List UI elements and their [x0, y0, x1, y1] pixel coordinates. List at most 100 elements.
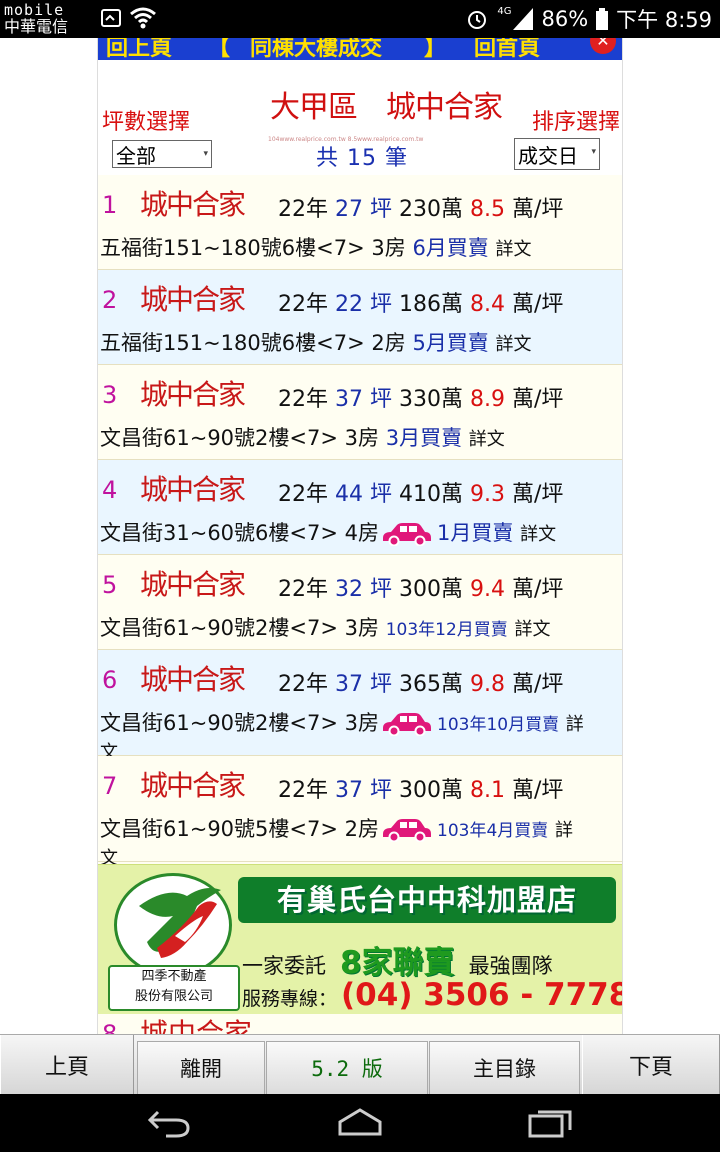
next-page-button[interactable]: 下頁 [582, 1035, 720, 1095]
home-link[interactable]: 回首頁 [474, 38, 540, 62]
row-building-name: 城中合家 [140, 1017, 253, 1034]
row-area: 37 [335, 387, 363, 412]
row-building-name: 城中合家 [140, 283, 246, 316]
ad-headline: 有巢氏台中中科加盟店 [238, 877, 616, 923]
row-index: 8 [102, 1020, 118, 1034]
row-age: 22年 [278, 292, 328, 317]
list-item[interactable]: 5 城中合家 22年 32 坪 300萬 9.4 萬/坪文昌街61~90號2樓<7>… [98, 555, 622, 650]
main-menu-button[interactable]: 主目錄 [429, 1041, 580, 1095]
row-address: 五福街151~180號6樓<7> [100, 236, 365, 260]
back-icon[interactable] [146, 1108, 192, 1138]
bracket-right: 】 [424, 38, 447, 61]
row-price: 410萬 [399, 482, 464, 507]
row-detail-link[interactable]: 詳文 [514, 619, 550, 640]
row-building-name: 城中合家 [140, 568, 246, 601]
row-trade-month: 103年4月買賣 [437, 821, 549, 841]
row-price: 300萬 [399, 778, 464, 803]
row-address: 文昌街61~90號5樓<7> [100, 817, 338, 841]
row-unit-label: 萬/坪 [512, 197, 564, 222]
list-item[interactable]: 3 城中合家 22年 37 坪 330萬 8.9 萬/坪 文昌街61~90號2樓<7>… [98, 365, 622, 460]
android-nav-bar [0, 1094, 720, 1152]
close-icon[interactable]: ✕ [590, 38, 616, 54]
row-unit-price: 9.3 [470, 482, 506, 507]
recent-apps-icon[interactable] [528, 1108, 572, 1138]
row-rooms: 3房 [344, 616, 380, 640]
size-select[interactable]: 全部 ▾ [112, 140, 212, 168]
company-name-2: 股份有限公司 [134, 989, 213, 1004]
row-index: 3 [102, 381, 118, 409]
row-trade-month: 103年12月買賣 [385, 620, 508, 640]
row-detail-link[interactable]: 詳 [555, 820, 573, 841]
row-rooms: 3房 [371, 236, 406, 260]
row-age: 22年 [278, 577, 328, 602]
row-age: 22年 [278, 778, 328, 803]
row-unit-label: 萬/坪 [512, 672, 564, 697]
row-detail-link[interactable]: 詳文 [496, 239, 532, 260]
row-unit-price: 8.1 [470, 778, 506, 803]
prev-page-button[interactable]: 上頁 [0, 1035, 134, 1095]
sort-select[interactable]: 成交日 ▾ [514, 138, 600, 170]
result-count: 共 15 筆 [316, 146, 408, 171]
row-age: 22年 [278, 387, 328, 412]
row-details: 文昌街61~90號2樓<7> 3房 103年10月買賣 詳 [100, 710, 620, 738]
list-item[interactable]: 2 城中合家 22年 22 坪 186萬 8.4 萬/坪 五福街151~180號6樓<… [98, 270, 622, 365]
leave-button[interactable]: 離開 [137, 1041, 265, 1095]
wifi-icon [130, 7, 156, 29]
row-summary: 22年 32 坪 300萬 9.4 萬/坪 [278, 571, 563, 603]
version-button[interactable]: 5.2 版 [266, 1041, 428, 1095]
web-page[interactable]: 回上頁 【 同棟大樓成交 】 回首頁 ✕ 大甲區 城中合家 104www.rea… [97, 38, 623, 1034]
row-trade-month: 5月買賣 [412, 331, 489, 355]
row-area-unit: 坪 [370, 197, 393, 222]
row-building-name: 城中合家 [140, 188, 246, 221]
home-icon[interactable] [336, 1108, 384, 1138]
row-price: 300萬 [399, 577, 464, 602]
row-building-name: 城中合家 [140, 378, 246, 411]
row-unit-price: 9.4 [470, 577, 506, 602]
row-rooms: 3房 [344, 711, 380, 735]
row-details: 文昌街61~90號2樓<7> 3房 3月買賣 詳文 [100, 425, 620, 453]
page-title: 大甲區 城中合家 [270, 90, 503, 125]
leave-label: 離開 [180, 1057, 222, 1081]
row-area: 37 [335, 672, 363, 697]
list-item-partial[interactable]: 8 城中合家 [98, 1016, 622, 1034]
row-area: 27 [335, 197, 363, 222]
row-detail-link[interactable]: 詳文 [520, 524, 556, 545]
parking-car-icon [383, 819, 432, 842]
list-item[interactable]: 6 城中合家 22年 37 坪 365萬 9.8 萬/坪 文昌街61~90號2樓<7>… [98, 650, 622, 763]
prev-page-link[interactable]: 回上頁 [106, 38, 172, 62]
row-unit-price: 8.9 [470, 387, 506, 412]
company-logo: 四季不動產 股份有限公司 [108, 873, 240, 1011]
list-item[interactable]: 1 城中合家 22年 27 坪 230萬 8.5 萬/坪 五福街151~180號6樓<… [98, 175, 622, 270]
carrier-text: mobile [4, 1, 65, 19]
next-page-label: 下頁 [628, 1055, 673, 1080]
row-area-unit: 坪 [370, 482, 393, 507]
clock: 下午 8:59 [616, 8, 712, 32]
row-detail-link[interactable]: 詳文 [496, 334, 532, 355]
row-index: 5 [102, 571, 118, 599]
company-name-box: 四季不動產 股份有限公司 [108, 965, 240, 1011]
row-detail-link[interactable]: 詳 [566, 714, 584, 735]
ad-banner[interactable]: 四季不動產 股份有限公司 有巢氏台中中科加盟店 一家委託 8家聯賣 最強團隊 服務專… [98, 864, 622, 1014]
row-age: 22年 [278, 482, 328, 507]
row-details: 文昌街31~60號6樓<7> 4房 1月買賣 詳文 [100, 520, 620, 548]
row-index: 2 [102, 286, 118, 314]
page-margin-right [623, 38, 720, 1034]
same-building-link[interactable]: 同棟大樓成交 [250, 38, 382, 62]
row-unit-price: 9.8 [470, 672, 506, 697]
ad-slogan-a: 一家委託 [242, 954, 326, 978]
row-detail-link[interactable]: 詳文 [469, 429, 505, 450]
row-index: 6 [102, 666, 118, 694]
bottom-toolbar: 上頁 離開 5.2 版 主目錄 下頁 [0, 1034, 720, 1095]
list-item[interactable]: 4 城中合家 22年 44 坪 410萬 9.3 萬/坪 文昌街31~60號6樓<7>… [98, 460, 622, 555]
ad-phone-number[interactable]: (04) 3506 - 7778 [341, 977, 622, 1013]
row-summary: 22年 37 坪 300萬 8.1 萬/坪 [278, 772, 563, 804]
dropdown-arrow-icon: ▾ [591, 147, 596, 157]
row-summary: 22年 27 坪 230萬 8.5 萬/坪 [278, 191, 563, 223]
row-rooms: 2房 [344, 817, 380, 841]
row-details: 文昌街61~90號2樓<7> 3房 103年12月買賣 詳文 [100, 615, 620, 643]
row-unit-price: 8.4 [470, 292, 506, 317]
row-area: 32 [335, 577, 363, 602]
signal-icon [513, 8, 534, 30]
main-menu-label: 主目錄 [473, 1057, 536, 1081]
list-item[interactable]: 7 城中合家 22年 37 坪 300萬 8.1 萬/坪 文昌街61~90號5樓<7>… [98, 756, 622, 869]
